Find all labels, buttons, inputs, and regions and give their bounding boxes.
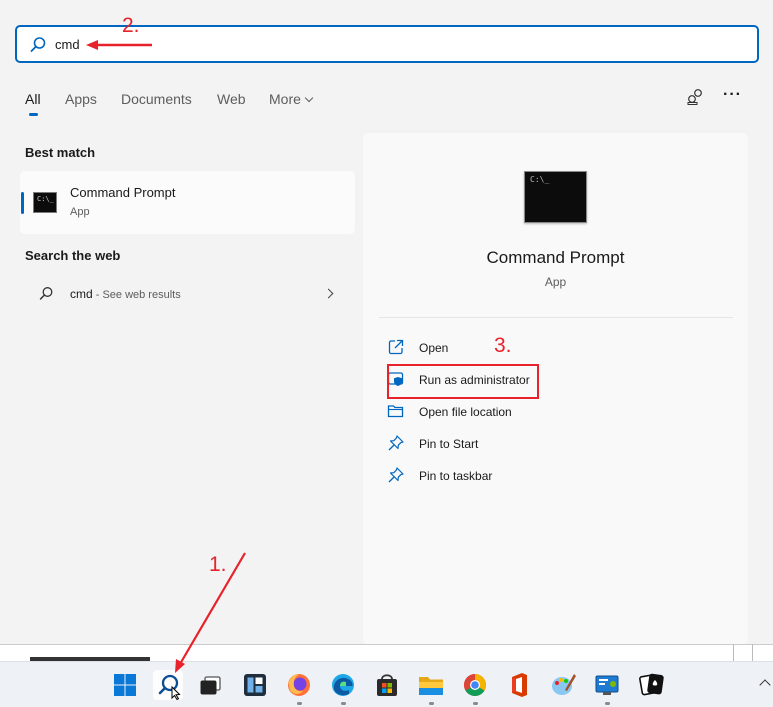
running-indicator: [473, 702, 478, 705]
pin-icon: [388, 467, 404, 483]
divider: [379, 317, 733, 318]
pin-icon: [388, 435, 404, 451]
tab-all[interactable]: All: [25, 91, 41, 107]
pin-to-taskbar-label: Pin to taskbar: [419, 469, 493, 483]
chevron-up-icon[interactable]: [759, 679, 771, 691]
background-window-strip: [0, 644, 773, 661]
open-file-location-action[interactable]: Open file location: [387, 400, 687, 424]
paint-icon[interactable]: [548, 670, 578, 700]
annotation-highlight-box: [387, 364, 539, 399]
control-panel-icon[interactable]: [592, 670, 622, 700]
best-match-heading: Best match: [25, 145, 96, 160]
annotation-step-1: 1.: [209, 553, 227, 576]
open-label: Open: [419, 341, 449, 355]
running-indicator: [297, 702, 302, 705]
selection-accent: [21, 192, 24, 214]
search-query-text: cmd: [55, 37, 80, 52]
divider: [752, 644, 753, 661]
tab-documents[interactable]: Documents: [121, 91, 192, 107]
divider: [733, 644, 734, 661]
web-result-suffix: - See web results: [92, 289, 181, 301]
folder-icon: [387, 405, 404, 418]
best-match-item[interactable]: C:\_ Command Prompt App: [20, 171, 355, 234]
running-indicator: [429, 702, 434, 705]
pin-to-taskbar-action[interactable]: Pin to taskbar: [387, 464, 687, 488]
open-action[interactable]: Open: [387, 336, 687, 360]
annotation-step-2: 2.: [122, 14, 140, 37]
running-indicator: [605, 702, 610, 705]
search-icon[interactable]: [153, 670, 183, 701]
command-prompt-icon: C:\_: [33, 192, 57, 213]
widgets-icon[interactable]: [240, 670, 270, 700]
tab-web[interactable]: Web: [217, 91, 246, 107]
best-match-subtitle: App: [70, 206, 90, 218]
search-icon: [39, 287, 53, 300]
search-web-heading: Search the web: [25, 248, 121, 263]
search-panel: cmd All Apps Documents Web More ··· Best…: [0, 0, 773, 660]
store-icon[interactable]: [372, 670, 402, 700]
divider: [0, 644, 773, 645]
edge-icon[interactable]: [328, 670, 358, 700]
chevron-down-icon: [304, 93, 314, 103]
command-prompt-icon: C:\_: [524, 171, 587, 223]
taskbar: [0, 661, 773, 707]
share-icon[interactable]: [686, 88, 706, 106]
running-indicator: [341, 702, 346, 705]
tab-apps[interactable]: Apps: [65, 91, 97, 107]
file-explorer-icon[interactable]: [416, 670, 446, 700]
web-result-text: cmd - See web results: [70, 287, 181, 301]
open-file-location-label: Open file location: [419, 405, 512, 419]
pin-to-start-label: Pin to Start: [419, 437, 479, 451]
preview-subtitle: App: [544, 275, 567, 289]
more-options-icon[interactable]: ···: [723, 86, 742, 104]
start-icon[interactable]: [110, 670, 140, 700]
task-view-icon[interactable]: [196, 670, 226, 700]
chevron-right-icon: [323, 288, 334, 299]
open-icon: [388, 339, 404, 355]
annotation-step-3: 3.: [494, 334, 512, 357]
chrome-icon[interactable]: [460, 670, 490, 700]
search-icon: [30, 37, 46, 52]
tab-more-label: More: [269, 91, 301, 107]
web-search-result[interactable]: cmd - See web results: [20, 278, 355, 310]
search-glyph-icon: [158, 674, 181, 701]
tab-more[interactable]: More: [269, 91, 314, 107]
office-icon[interactable]: [504, 670, 534, 700]
web-result-query: cmd: [70, 287, 93, 301]
active-tab-indicator: [29, 113, 38, 116]
pin-to-start-action[interactable]: Pin to Start: [387, 432, 687, 456]
firefox-icon[interactable]: [284, 670, 314, 700]
solitaire-icon[interactable]: [637, 670, 667, 700]
preview-title: Command Prompt: [486, 248, 625, 267]
best-match-title: Command Prompt: [70, 185, 176, 200]
